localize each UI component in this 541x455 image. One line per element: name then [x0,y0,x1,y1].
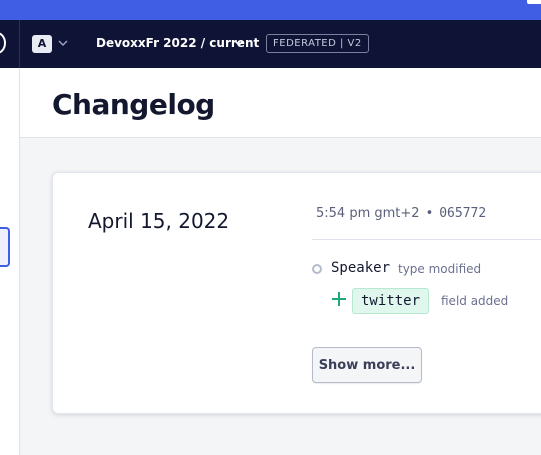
change-description: type modified [398,262,482,276]
federation-badge: FEDERATED | V2 [266,34,369,53]
change-description: field added [441,294,509,308]
page-title: Changelog [52,88,215,121]
entry-meta: 5:54 pm gmt+2 • 065772 [316,206,486,221]
entry-date: April 15, 2022 [88,209,230,233]
chevron-down-icon[interactable] [234,38,244,48]
sidebar [0,68,20,455]
top-banner [0,0,541,20]
entry-hash: 065772 [439,206,487,221]
page-header: Changelog [20,68,541,138]
meta-separator: • [425,206,434,221]
sidebar-item-changelog[interactable] [0,227,10,267]
changelog-entry-card: April 15, 2022 5:54 pm gmt+2 • 065772 Spea… [52,172,541,414]
entry-time: 5:54 pm gmt+2 [316,206,420,221]
top-navbar: A DevoxxFr 2022 / current FEDERATED | V2 [0,20,541,68]
divider [312,239,541,240]
type-name: Speaker [331,260,391,276]
banner-corner [527,0,541,4]
plus-icon [332,292,346,306]
field-name: twitter [352,288,430,314]
show-more-button[interactable]: Show more... [312,347,422,383]
account-avatar[interactable]: A [32,35,52,53]
refresh-icon[interactable] [0,32,6,54]
chevron-down-icon[interactable] [58,38,68,48]
circle-icon [312,264,322,274]
nav-divider [19,20,20,68]
